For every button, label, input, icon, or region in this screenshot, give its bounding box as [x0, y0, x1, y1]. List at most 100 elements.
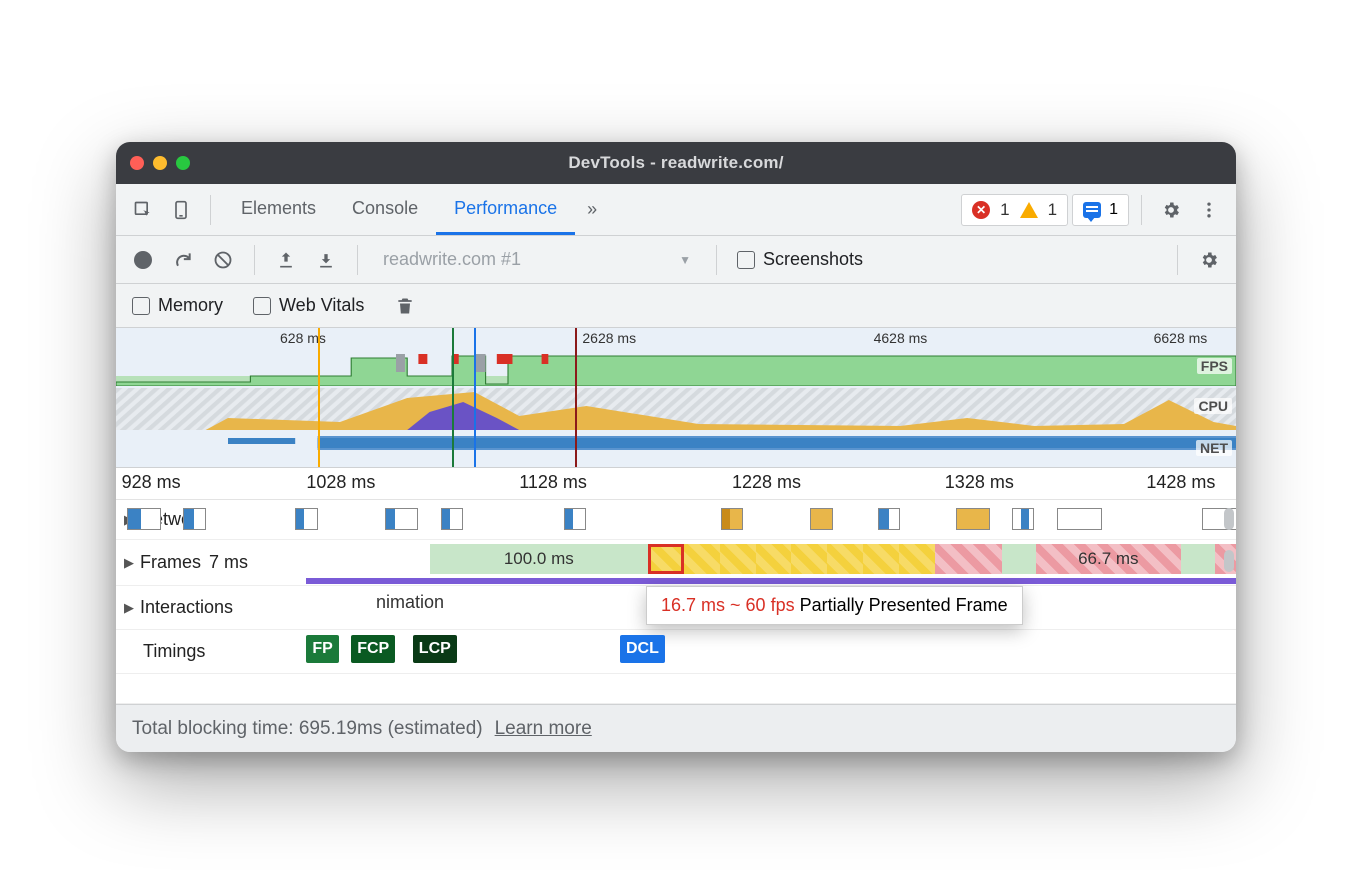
- frame-segment-selected[interactable]: [648, 544, 684, 574]
- scrollbar[interactable]: [1224, 508, 1234, 530]
- memory-checkbox[interactable]: Memory: [126, 295, 229, 316]
- reload-record-button[interactable]: [166, 243, 200, 277]
- network-track[interactable]: ▶ Network: [116, 500, 1236, 540]
- frame-segment[interactable]: [935, 544, 1002, 574]
- cpu-label: CPU: [1194, 398, 1232, 414]
- download-profile-icon[interactable]: [309, 243, 343, 277]
- learn-more-link[interactable]: Learn more: [495, 718, 592, 740]
- marker-line: [575, 328, 577, 467]
- tick: 6628 ms: [1154, 330, 1208, 346]
- overview-selection-start[interactable]: [318, 328, 320, 467]
- tooltip-fps: 16.7 ms ~ 60 fps: [661, 595, 795, 615]
- overview-net-row: [116, 434, 1236, 456]
- frames-span-bar: [306, 578, 1236, 584]
- overview-cpu-row: [116, 388, 1236, 430]
- overview-strip[interactable]: 628 ms 2628 ms 4628 ms 6628 ms FPS CPU: [116, 328, 1236, 468]
- frame-segment[interactable]: 66.7 ms: [1036, 544, 1182, 574]
- capture-target-select[interactable]: readwrite.com #1 ▼: [372, 244, 702, 275]
- message-count: 1: [1109, 201, 1118, 219]
- interactions-track[interactable]: ▶ Interactions nimation 16.7 ms ~ 60 fps…: [116, 586, 1236, 630]
- checkbox-icon: [737, 251, 755, 269]
- separator: [210, 195, 211, 225]
- error-icon: ✕: [972, 201, 990, 219]
- frame-tooltip: 16.7 ms ~ 60 fps Partially Presented Fra…: [646, 586, 1023, 625]
- frame-segment[interactable]: [827, 544, 863, 574]
- frame-segment[interactable]: [863, 544, 899, 574]
- frame-segment[interactable]: 100.0 ms: [430, 544, 648, 574]
- clear-button[interactable]: [206, 243, 240, 277]
- window-title: DevTools - readwrite.com/: [116, 153, 1236, 173]
- garbage-collect-icon[interactable]: [388, 289, 422, 323]
- empty-row: [116, 674, 1236, 704]
- tbt-text: Total blocking time: 695.19ms (estimated…: [132, 718, 483, 740]
- summary-footer: Total blocking time: 695.19ms (estimated…: [116, 704, 1236, 752]
- frame-segment[interactable]: [756, 544, 792, 574]
- flamechart[interactable]: 928 ms 1028 ms 1128 ms 1228 ms 1328 ms 1…: [116, 468, 1236, 704]
- minimize-window-button[interactable]: [153, 156, 167, 170]
- messages-badge[interactable]: 1: [1072, 194, 1129, 226]
- timing-fp[interactable]: FP: [306, 635, 338, 663]
- frame-segment[interactable]: [684, 544, 720, 574]
- frame-segment[interactable]: [1002, 544, 1036, 574]
- frames-track[interactable]: ▶ Frames 7 ms 100.0 ms 66.7 ms: [116, 540, 1236, 586]
- ruler-tick: 1228 ms: [732, 472, 801, 493]
- ruler-tick: 1028 ms: [306, 472, 375, 493]
- ruler-tick: 1128 ms: [519, 472, 587, 493]
- marker-line: [474, 328, 476, 467]
- separator: [1141, 195, 1142, 225]
- upload-profile-icon[interactable]: [269, 243, 303, 277]
- issues-badge[interactable]: ✕ 1 1: [961, 194, 1068, 226]
- separator: [716, 245, 717, 275]
- kebab-menu-icon[interactable]: [1192, 193, 1226, 227]
- inspect-icon[interactable]: [126, 193, 160, 227]
- frame-segment[interactable]: [791, 544, 827, 574]
- timing-fcp[interactable]: FCP: [351, 635, 395, 663]
- maximize-window-button[interactable]: [176, 156, 190, 170]
- timing-lcp[interactable]: LCP: [413, 635, 457, 663]
- network-lane: [116, 500, 1236, 539]
- tick: 2628 ms: [582, 330, 636, 346]
- record-button[interactable]: [126, 243, 160, 277]
- performance-options: Memory Web Vitals: [116, 284, 1236, 328]
- panel-tabs: Elements Console Performance: [223, 184, 575, 235]
- more-tabs-chevron-icon[interactable]: »: [579, 199, 605, 220]
- tooltip-text: Partially Presented Frame: [800, 595, 1008, 615]
- overview-fps-row: [116, 354, 1236, 386]
- chevron-down-icon: ▼: [679, 253, 691, 267]
- webvitals-checkbox[interactable]: Web Vitals: [247, 295, 370, 316]
- disclosure-icon[interactable]: ▶: [124, 600, 134, 616]
- checkbox-icon: [132, 297, 150, 315]
- frame-segment[interactable]: [899, 544, 935, 574]
- timings-lane: FP FCP LCP DCL: [116, 630, 1236, 673]
- separator: [357, 245, 358, 275]
- settings-icon[interactable]: [1154, 193, 1188, 227]
- ruler-tick: 1428 ms: [1146, 472, 1215, 493]
- performance-toolbar: readwrite.com #1 ▼ Screenshots: [116, 236, 1236, 284]
- scrollbar[interactable]: [1224, 550, 1234, 572]
- screenshots-checkbox[interactable]: Screenshots: [731, 249, 869, 270]
- timing-dcl[interactable]: DCL: [620, 635, 665, 663]
- titlebar: DevTools - readwrite.com/: [116, 142, 1236, 184]
- flamechart-ruler: 928 ms 1028 ms 1128 ms 1228 ms 1328 ms 1…: [116, 468, 1236, 500]
- close-window-button[interactable]: [130, 156, 144, 170]
- marker-line: [452, 328, 454, 467]
- webvitals-label: Web Vitals: [279, 295, 364, 316]
- fps-label: FPS: [1197, 358, 1232, 374]
- separator: [254, 245, 255, 275]
- warning-icon: [1020, 202, 1038, 218]
- frames-lane: 100.0 ms 66.7 ms: [116, 540, 1236, 585]
- tab-elements[interactable]: Elements: [223, 184, 334, 235]
- net-label: NET: [1196, 440, 1232, 456]
- frame-segment[interactable]: [1181, 544, 1215, 574]
- main-tabs-bar: Elements Console Performance » ✕ 1 1 1: [116, 184, 1236, 236]
- tab-performance[interactable]: Performance: [436, 184, 575, 235]
- window-controls: [130, 156, 190, 170]
- separator: [1177, 245, 1178, 275]
- device-toggle-icon[interactable]: [164, 193, 198, 227]
- frame-segment[interactable]: [720, 544, 756, 574]
- capture-settings-icon[interactable]: [1192, 243, 1226, 277]
- memory-label: Memory: [158, 295, 223, 316]
- timings-track[interactable]: Timings FP FCP LCP DCL: [116, 630, 1236, 674]
- tab-console[interactable]: Console: [334, 184, 436, 235]
- error-count: 1: [1000, 200, 1009, 220]
